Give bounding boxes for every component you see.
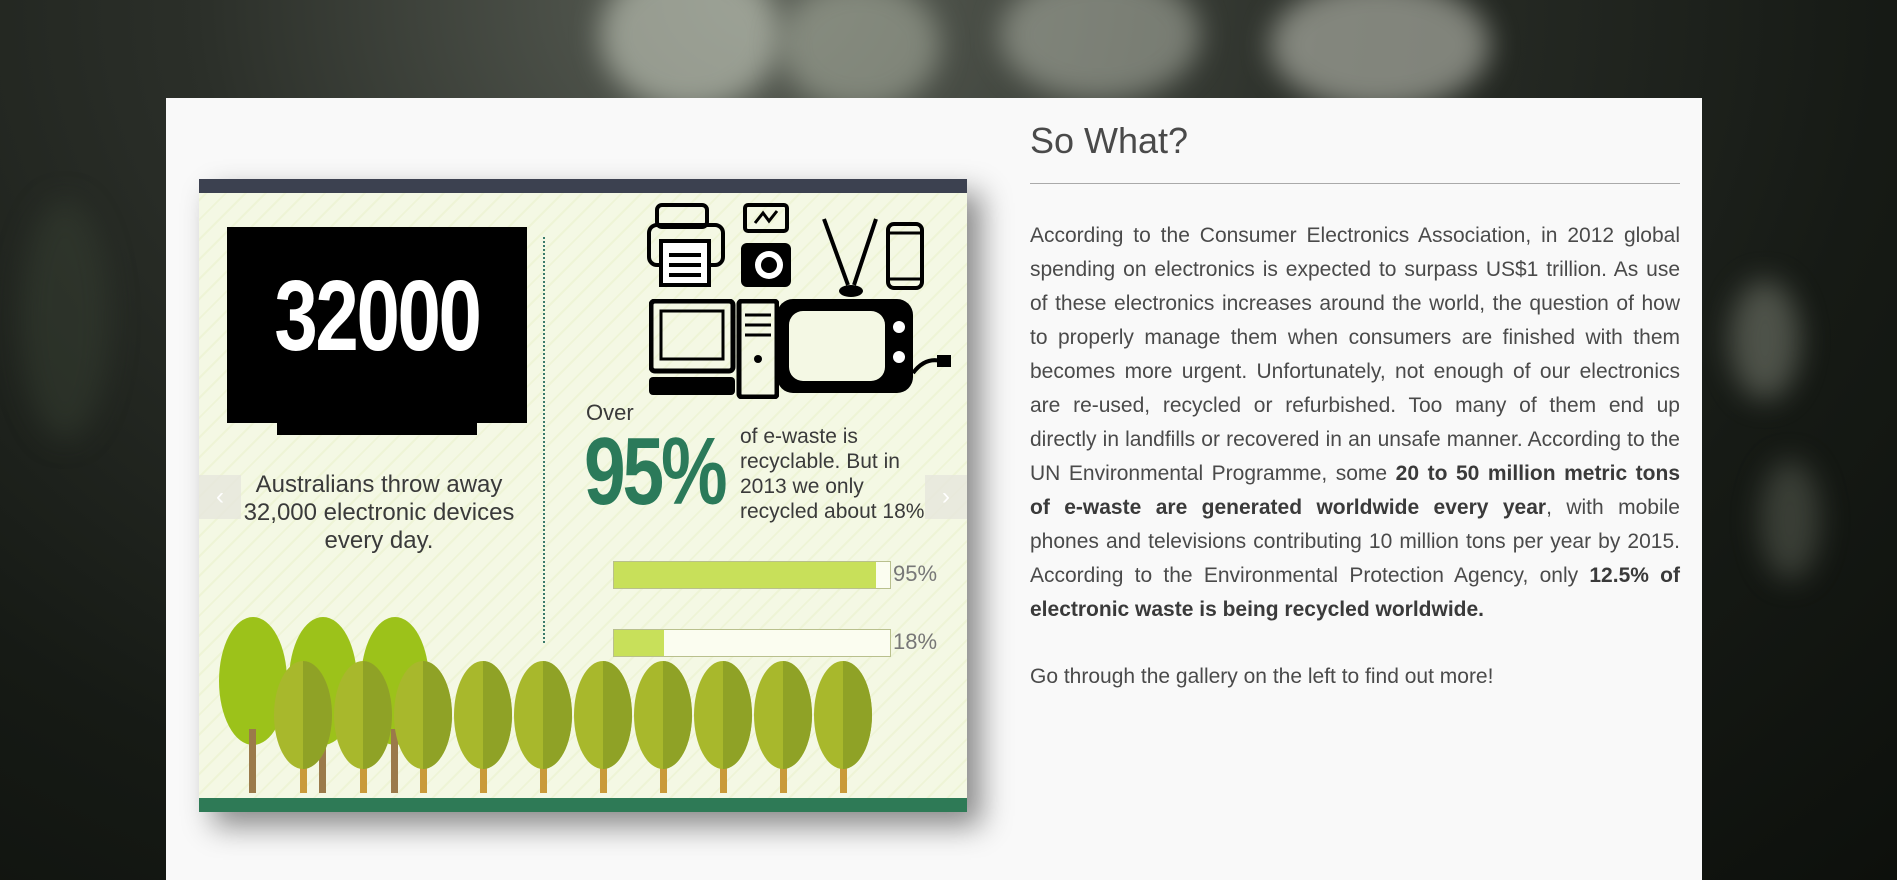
slide-caption: Australians throw away 32,000 electronic… (243, 471, 515, 554)
section-heading: So What? (1030, 120, 1189, 161)
antenna-icon (822, 218, 878, 297)
progress-fill (614, 562, 877, 588)
slide-top-bar (199, 179, 967, 193)
bokeh-light (1000, 0, 1200, 100)
heading-rule (1030, 183, 1680, 184)
tree-shade (723, 661, 752, 769)
tree-shade (483, 661, 512, 769)
bokeh-light (600, 0, 780, 110)
gallery-prompt: Go through the gallery on the left to fi… (1030, 665, 1494, 688)
dotted-divider (543, 237, 545, 643)
tv-base (227, 405, 527, 423)
desktop-computer-icon (649, 299, 779, 399)
tree-shade (603, 661, 632, 769)
tv-number: 32000 (274, 260, 482, 372)
slide-ground (199, 798, 967, 812)
printer-icon (647, 203, 725, 287)
phone-icon (886, 222, 924, 290)
image-gallery[interactable]: 32000 Australians throw away 32,000 elec… (199, 179, 967, 812)
bokeh-light (1270, 0, 1490, 110)
gallery-prev-button[interactable]: ‹ (199, 475, 241, 519)
camera-icon (741, 203, 791, 287)
tree-shade (663, 661, 692, 769)
tv-icon (777, 299, 951, 393)
percent-big: 95% (584, 418, 728, 525)
gallery-next-button[interactable]: › (925, 475, 967, 519)
tv-screen: 32000 (227, 227, 527, 405)
bokeh-light (1730, 280, 1800, 400)
tree-shade (783, 661, 812, 769)
bar-label: 95% (893, 561, 938, 586)
bokeh-dark (20, 200, 110, 440)
percent-text: of e-waste is recyclable. But in 2013 we… (740, 425, 925, 523)
tree-shade (843, 661, 872, 769)
bokeh-light (780, 0, 940, 110)
paragraph-text: According to the Consumer Electronics As… (1030, 224, 1680, 485)
tree-shade (423, 661, 452, 769)
bokeh-light (1760, 460, 1820, 580)
trees-illustration (219, 617, 872, 793)
body-paragraph: According to the Consumer Electronics As… (1030, 219, 1680, 627)
progress-bar-95 (613, 561, 891, 589)
tv-stand (277, 423, 477, 435)
tree-shade (543, 661, 572, 769)
